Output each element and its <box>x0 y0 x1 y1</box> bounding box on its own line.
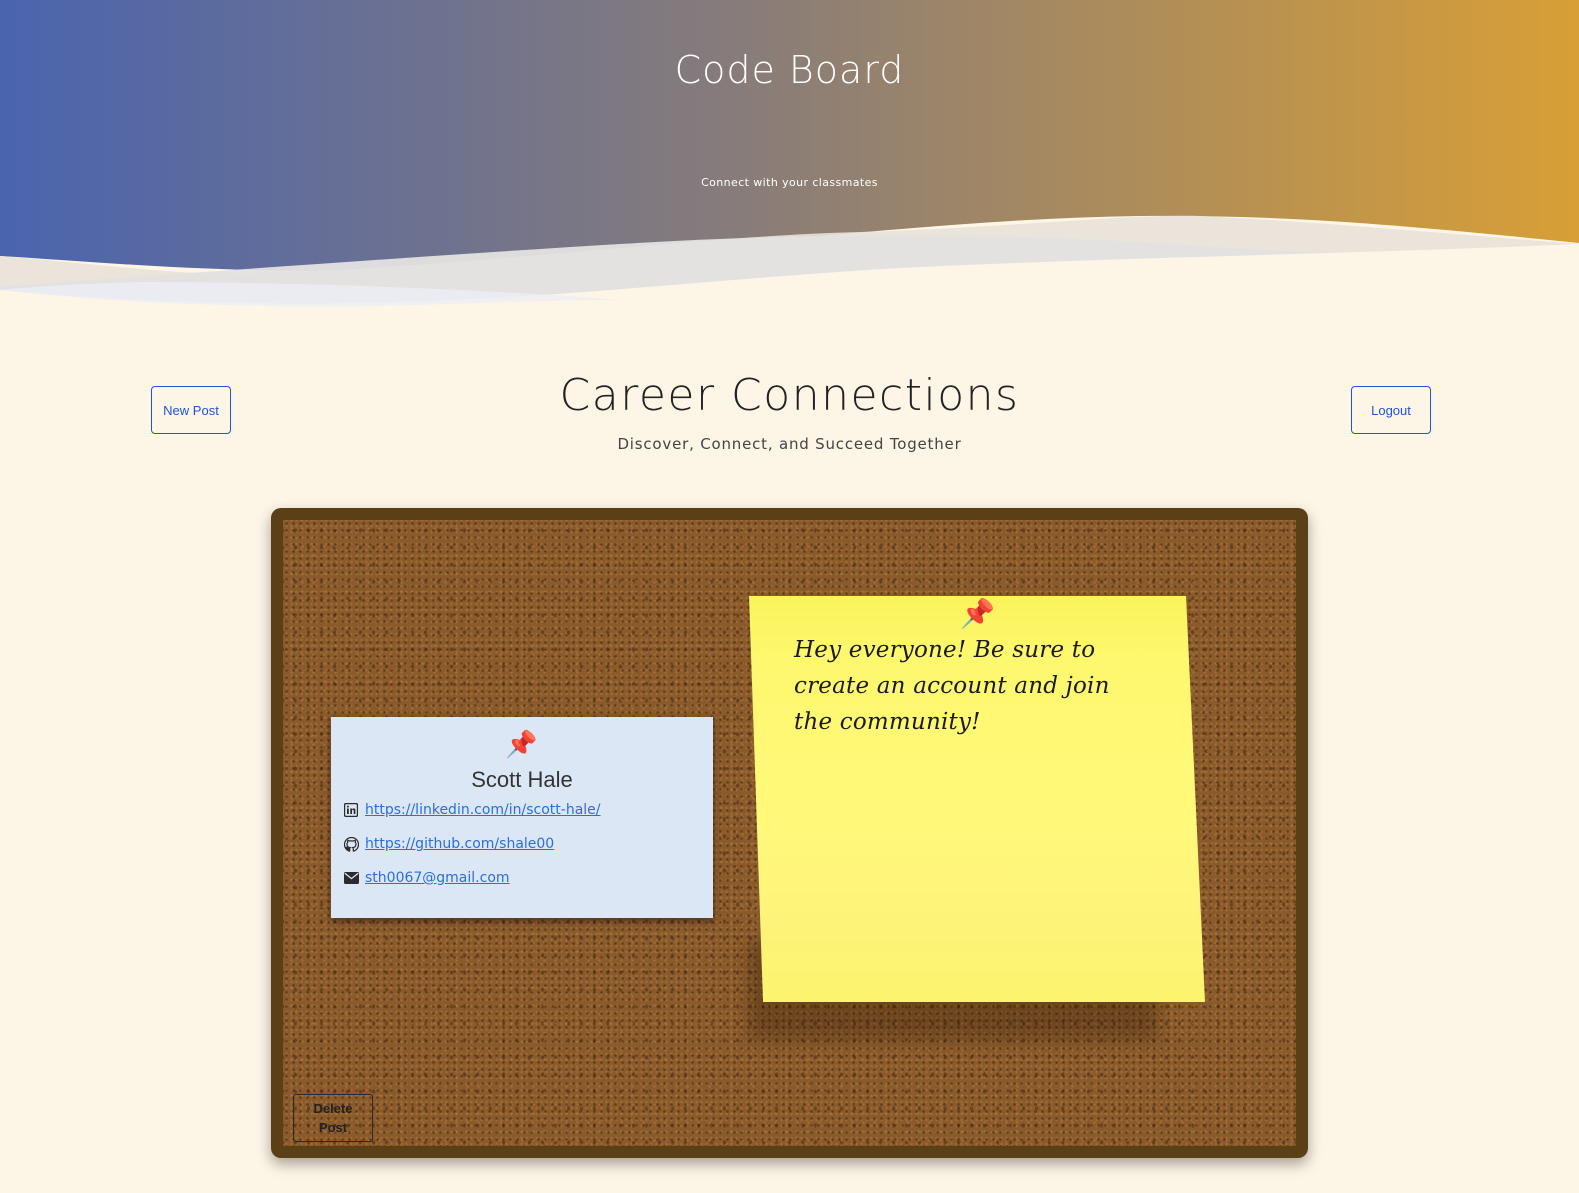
sticky-note[interactable]: 📌 Hey everyone! Be sure to create an acc… <box>749 596 1205 1002</box>
site-title: Code Board <box>674 48 905 92</box>
contact-card[interactable]: 📌 Scott Hale https://linkedin.com/in/sco… <box>331 717 713 918</box>
page-title: Career Connections <box>559 370 1020 421</box>
github-link[interactable]: https://github.com/shale00 <box>365 836 554 852</box>
github-row: https://github.com/shale00 <box>343 836 554 852</box>
email-row: sth0067@gmail.com <box>343 870 510 886</box>
logout-button[interactable]: Logout <box>1351 386 1431 434</box>
email-link[interactable]: sth0067@gmail.com <box>365 870 510 886</box>
envelope-icon <box>343 870 359 886</box>
sticky-note-text: Hey everyone! Be sure to create an accou… <box>794 637 1110 735</box>
linkedin-row: https://linkedin.com/in/scott-hale/ <box>343 802 601 818</box>
page-subtitle: Discover, Connect, and Succeed Together <box>617 435 962 453</box>
hero-header: Code Board Connect with your classmates <box>0 0 1579 320</box>
pushpin-icon: 📌 <box>505 729 538 759</box>
delete-post-button[interactable]: Delete Post <box>293 1094 373 1142</box>
cork-surface: 📌 Scott Hale https://linkedin.com/in/sco… <box>283 520 1296 1146</box>
linkedin-icon <box>343 802 359 818</box>
site-subtitle: Connect with your classmates <box>701 176 878 189</box>
pushpin-icon: 📌 <box>960 598 995 629</box>
cork-board: 📌 Scott Hale https://linkedin.com/in/sco… <box>271 508 1308 1158</box>
linkedin-link[interactable]: https://linkedin.com/in/scott-hale/ <box>365 802 601 818</box>
github-icon <box>343 836 359 852</box>
contact-name: Scott Hale <box>471 767 573 792</box>
